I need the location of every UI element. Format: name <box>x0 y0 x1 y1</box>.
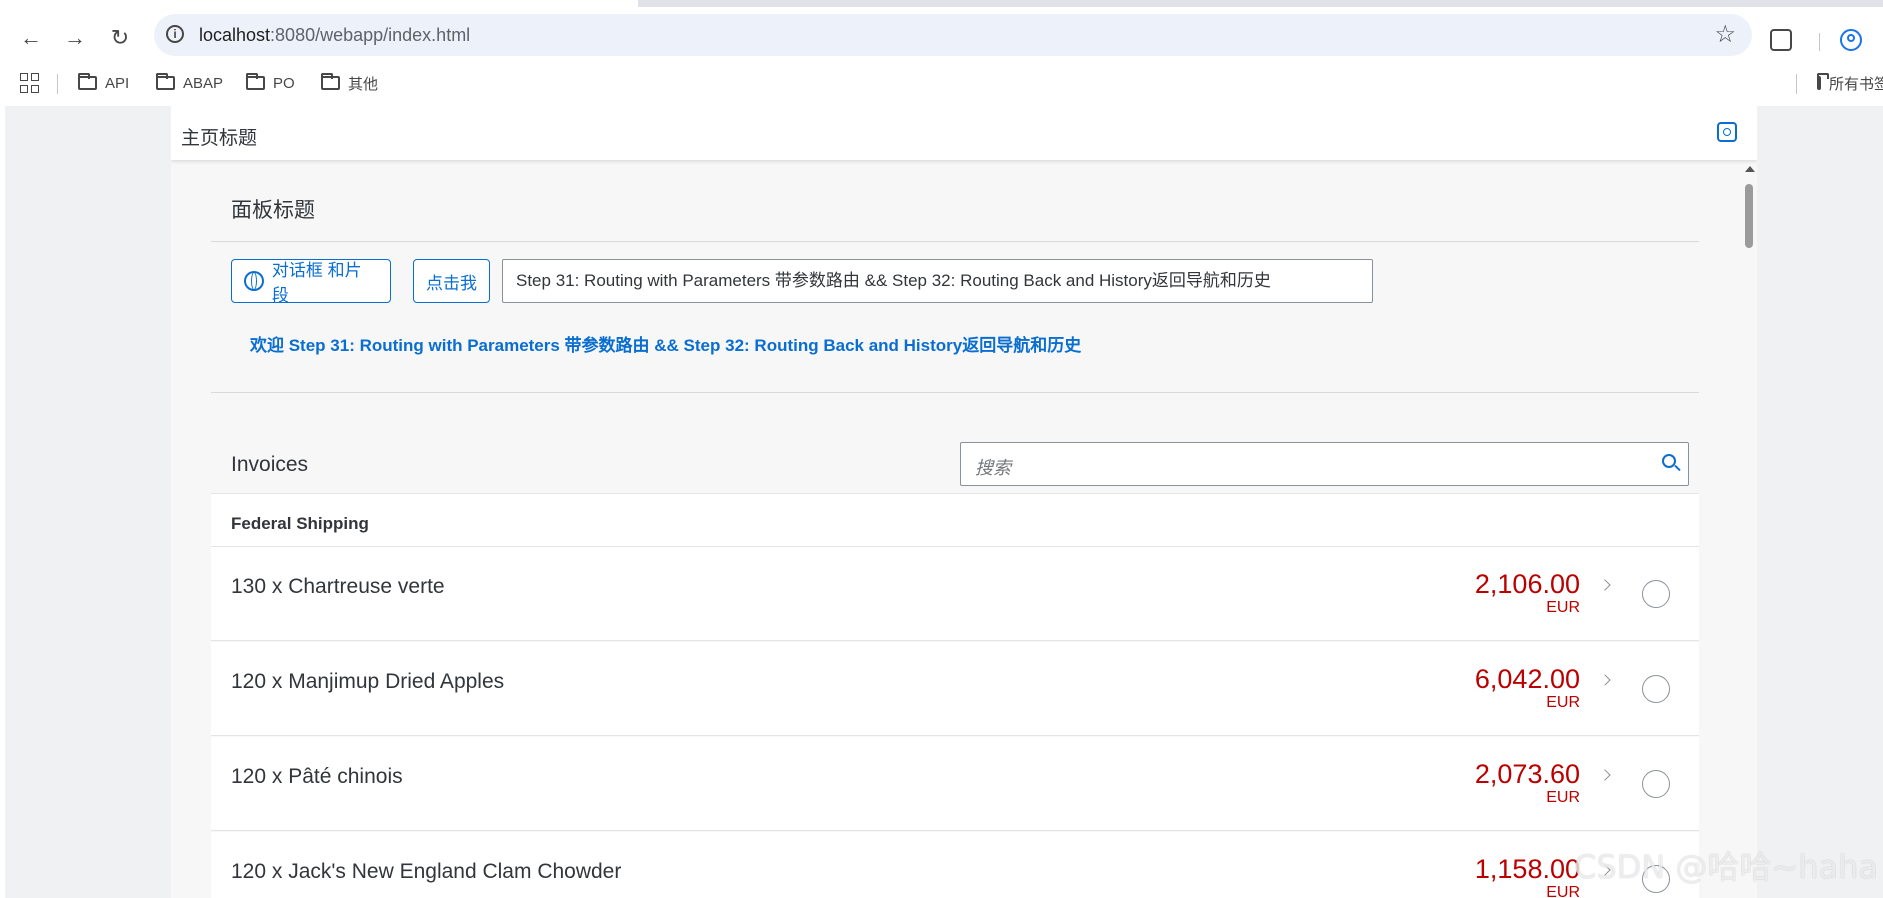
select-radio[interactable] <box>1642 770 1670 798</box>
chevron-right-icon <box>1599 579 1611 591</box>
bookmark-label: PO <box>273 74 295 92</box>
chevron-right-icon <box>1599 674 1611 686</box>
select-radio[interactable] <box>1642 675 1670 703</box>
bookmark-label: 所有书签 <box>1829 75 1883 93</box>
click-me-button[interactable]: 点击我 <box>413 259 490 303</box>
bookmark-api[interactable]: API <box>78 70 129 96</box>
greeting-text: 欢迎 Step 31: Routing with Parameters 带参数路… <box>250 336 1082 355</box>
forward-arrow-icon[interactable]: → <box>58 21 92 55</box>
ui5-app: 主页标题 面板标题 对话框 和片段 点击我 Step 31: Routing w… <box>171 106 1757 898</box>
bookmark-all[interactable]: 所有书签 <box>1817 70 1883 96</box>
invoice-title: 120 x Jack's New England Clam Chowder <box>231 860 622 883</box>
folder-icon <box>156 73 175 90</box>
site-info-icon[interactable]: i <box>166 25 184 43</box>
invoice-row[interactable]: 130 x Chartreuse verte 2,106.00 EUR <box>211 547 1699 641</box>
invoice-amount: 6,042.00 <box>1474 664 1580 694</box>
bookmarks-divider <box>57 74 58 94</box>
bookmark-other[interactable]: 其他 <box>321 70 378 96</box>
invoice-row[interactable]: 120 x Jack's New England Clam Chowder 1,… <box>211 832 1699 898</box>
shell-title: 主页标题 <box>181 128 258 149</box>
group-header: Federal Shipping <box>211 494 1699 547</box>
invoice-amount: 1,158.00 <box>1474 854 1580 884</box>
dialog-button[interactable]: 对话框 和片段 <box>231 259 391 305</box>
url-text[interactable]: localhost:8080/webapp/index.html <box>199 25 470 46</box>
invoice-currency: EUR <box>1546 599 1580 616</box>
vertical-scrollbar[interactable] <box>1742 162 1756 898</box>
search-icon[interactable] <box>1662 454 1676 468</box>
chevron-right-icon <box>1599 769 1611 781</box>
group-header-label: Federal Shipping <box>231 514 369 533</box>
invoice-list-title: Invoices <box>231 453 309 476</box>
address-bar[interactable]: i localhost:8080/webapp/index.html ☆ <box>154 14 1752 56</box>
feedback-icon[interactable] <box>1717 122 1737 142</box>
bookmark-po[interactable]: PO <box>246 70 295 96</box>
apps-grid-icon[interactable] <box>20 73 40 93</box>
search-field[interactable]: 搜索 <box>960 442 1689 486</box>
folder-icon <box>78 73 97 90</box>
url-host: localhost <box>199 25 271 45</box>
tab-strip <box>0 0 1883 7</box>
bookmarks-bar: API ABAP PO 其他 所有书签 <box>0 62 1883 106</box>
invoice-title: 120 x Pâté chinois <box>231 765 403 788</box>
watermark: CSDN @哈哈~haha <box>1574 848 1879 886</box>
folder-icon <box>1817 73 1829 90</box>
toolbar-divider <box>1819 33 1820 51</box>
invoice-amount: 2,073.60 <box>1474 759 1580 789</box>
main-panel: 面板标题 对话框 和片段 点击我 Step 31: Routing with P… <box>211 160 1699 898</box>
bookmark-star-icon[interactable]: ☆ <box>1714 20 1736 49</box>
scroll-up-icon[interactable] <box>1745 166 1755 172</box>
bookmark-label: API <box>105 74 130 92</box>
panel-title: 面板标题 <box>231 199 315 222</box>
bookmark-label: 其他 <box>348 75 379 93</box>
profile-icon[interactable] <box>1840 29 1862 51</box>
reload-icon[interactable]: ↻ <box>103 21 137 55</box>
active-tab[interactable] <box>0 0 638 7</box>
url-path: :8080/webapp/index.html <box>270 25 471 45</box>
select-radio[interactable] <box>1642 580 1670 608</box>
invoice-currency: EUR <box>1546 694 1580 711</box>
dialog-button-label: 对话框 和片段 <box>271 261 362 305</box>
bookmarks-divider-right <box>1796 74 1797 94</box>
page-left-edge <box>0 106 5 898</box>
shell-bar: 主页标题 <box>171 106 1757 160</box>
bookmark-label: ABAP <box>183 74 224 92</box>
back-arrow-icon[interactable]: ← <box>14 21 48 55</box>
panel-divider-2 <box>211 392 1699 393</box>
browser-chrome: ← → ↻ i localhost:8080/webapp/index.html… <box>0 0 1883 106</box>
globe-icon <box>244 271 264 291</box>
invoice-title: 120 x Manjimup Dried Apples <box>231 670 505 693</box>
invoice-amount: 2,106.00 <box>1474 569 1580 599</box>
click-me-label: 点击我 <box>426 273 477 293</box>
invoice-row[interactable]: 120 x Pâté chinois 2,073.60 EUR <box>211 737 1699 831</box>
name-input[interactable]: Step 31: Routing with Parameters 带参数路由 &… <box>502 259 1373 303</box>
invoice-currency: EUR <box>1546 789 1580 806</box>
bookmark-abap[interactable]: ABAP <box>156 70 223 96</box>
folder-icon <box>246 73 265 90</box>
search-placeholder: 搜索 <box>975 458 1011 478</box>
browser-toolbar: ← → ↻ i localhost:8080/webapp/index.html… <box>0 7 1883 62</box>
extensions-icon[interactable] <box>1770 29 1792 51</box>
scroll-thumb[interactable] <box>1745 184 1753 248</box>
panel-divider <box>211 241 1699 242</box>
folder-icon <box>321 73 340 90</box>
invoice-row[interactable]: 120 x Manjimup Dried Apples 6,042.00 EUR <box>211 642 1699 736</box>
invoice-title: 130 x Chartreuse verte <box>231 575 445 598</box>
invoice-list-header: Invoices 搜索 <box>211 440 1699 494</box>
